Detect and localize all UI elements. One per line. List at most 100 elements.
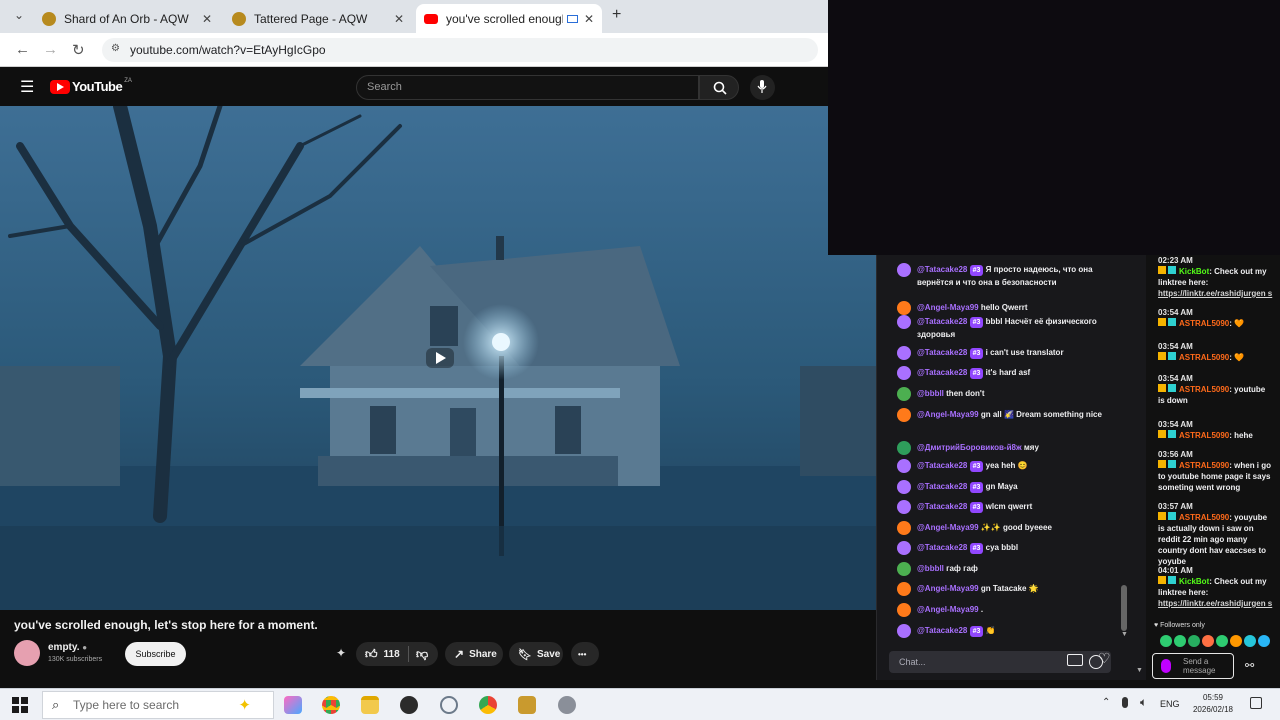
chat-scrollbar[interactable] xyxy=(1121,585,1127,631)
emote-icon[interactable] xyxy=(1174,635,1186,647)
aqw-launcher-icon[interactable] xyxy=(518,696,536,714)
microphone-tray-icon[interactable] xyxy=(1122,697,1128,708)
chat-username[interactable]: @Tatacake28 xyxy=(917,265,967,274)
user-avatar-icon[interactable] xyxy=(897,315,911,329)
copilot-icon[interactable] xyxy=(284,696,302,714)
url-field[interactable]: ⚙ youtube.com/watch?v=EtAyHgIcGpo xyxy=(102,38,818,62)
forward-button[interactable]: → xyxy=(43,41,58,58)
obs-icon[interactable] xyxy=(400,696,418,714)
user-avatar-icon[interactable] xyxy=(897,541,911,555)
chat-username[interactable]: @Angel-Maya99 xyxy=(917,605,979,614)
user-avatar-icon[interactable] xyxy=(897,624,911,638)
user-avatar-icon[interactable] xyxy=(897,263,911,277)
user-avatar-icon[interactable] xyxy=(897,459,911,473)
user-avatar-icon[interactable] xyxy=(897,387,911,401)
new-tab-button[interactable]: + xyxy=(612,6,621,24)
chat-username[interactable]: @Angel-Maya99 xyxy=(917,410,979,419)
search-input[interactable]: Search xyxy=(356,75,699,100)
user-avatar-icon[interactable] xyxy=(897,301,911,315)
kick-username[interactable]: KickBot xyxy=(1179,577,1209,586)
emote-icon[interactable] xyxy=(1216,635,1228,647)
subscribe-button[interactable]: Subscribe xyxy=(125,642,186,666)
thumbs-down-icon[interactable]: 👎︎ xyxy=(416,647,428,662)
chrome-icon[interactable] xyxy=(322,696,340,714)
back-button[interactable]: ← xyxy=(15,41,30,58)
kick-username[interactable]: KickBot xyxy=(1179,267,1209,276)
emote-icon[interactable] xyxy=(1258,635,1270,647)
chat-username[interactable]: @Angel-Maya99 xyxy=(917,523,979,532)
chat-username[interactable]: @Tatacake28 xyxy=(917,502,967,511)
menu-icon[interactable]: ☰ xyxy=(20,77,34,97)
close-tab-icon[interactable]: ✕ xyxy=(584,12,594,26)
user-avatar-icon[interactable] xyxy=(897,346,911,360)
emote-icon[interactable] xyxy=(1202,635,1214,647)
user-avatar-icon[interactable] xyxy=(897,562,911,576)
chat-username[interactable]: @Tatacake28 xyxy=(917,543,967,552)
emote-icon[interactable] xyxy=(1188,635,1200,647)
channel-name[interactable]: empty. ● xyxy=(48,642,87,653)
heart-icon[interactable]: ♡ xyxy=(1098,650,1111,667)
chat-username[interactable]: @Tatacake28 xyxy=(917,461,967,470)
linktree-link[interactable]: https://linktr.ee/rashidjurgen s xyxy=(1158,288,1274,299)
taskbar-search-input[interactable]: ⌕ Type here to search ✦ xyxy=(42,691,274,719)
emote-icon[interactable] xyxy=(1160,635,1172,647)
game-icon[interactable] xyxy=(558,696,576,714)
kick-username[interactable]: ASTRAL5090 xyxy=(1179,353,1229,362)
video-player[interactable] xyxy=(0,106,876,610)
send-message-box[interactable]: Send a message xyxy=(1152,653,1234,679)
share-button[interactable]: ↗ Share xyxy=(445,642,503,666)
tab-shard-of-an-orb[interactable]: Shard of An Orb - AQW ✕ xyxy=(34,4,220,33)
kick-username[interactable]: ASTRAL5090 xyxy=(1179,513,1229,522)
like-button[interactable]: 👍︎ 118 👎︎ xyxy=(356,642,438,666)
user-avatar-icon[interactable] xyxy=(897,603,911,617)
kick-username[interactable]: ASTRAL5090 xyxy=(1179,319,1229,328)
tab-youtube-active[interactable]: you've scrolled enough, let's ✕ xyxy=(416,4,602,33)
voice-search-button[interactable] xyxy=(750,75,775,100)
more-actions-button[interactable]: ••• xyxy=(571,642,599,666)
language-indicator[interactable]: ENG xyxy=(1160,699,1180,709)
user-avatar-icon[interactable] xyxy=(897,408,911,422)
user-avatar-icon[interactable] xyxy=(897,582,911,596)
bits-icon[interactable] xyxy=(1067,654,1083,666)
linktree-link[interactable]: https://linktr.ee/rashidjurgen s xyxy=(1158,598,1274,609)
youtube-logo[interactable]: YouTube ZA xyxy=(50,78,132,94)
kick-username[interactable]: ASTRAL5090 xyxy=(1179,385,1229,394)
chat-username[interactable]: @bbbll xyxy=(917,564,944,573)
chat-username[interactable]: @Tatacake28 xyxy=(917,482,967,491)
close-tab-icon[interactable]: ✕ xyxy=(202,12,212,26)
chat-username[interactable]: @Tatacake28 xyxy=(917,368,967,377)
save-button[interactable]: 🔖︎ Save xyxy=(509,642,563,666)
kick-username[interactable]: ASTRAL5090 xyxy=(1179,431,1229,440)
app-icon[interactable] xyxy=(440,696,458,714)
clock[interactable]: 05:59 2026/02/18 xyxy=(1186,692,1240,716)
emote-icon[interactable] xyxy=(1244,635,1256,647)
chat-username[interactable]: @Tatacake28 xyxy=(917,348,967,357)
user-avatar-icon[interactable] xyxy=(897,366,911,380)
scroll-down-arrow-icon[interactable]: ▼ xyxy=(1121,631,1128,638)
link-icon[interactable]: ⚯ xyxy=(1245,659,1254,672)
chat-username[interactable]: @Angel-Maya99 xyxy=(917,303,979,312)
chat-username[interactable]: @bbbll xyxy=(917,389,944,398)
chat-username[interactable]: @Tatacake28 xyxy=(917,317,967,326)
reload-button[interactable]: ↻ xyxy=(72,41,85,59)
user-avatar-icon[interactable] xyxy=(897,500,911,514)
user-avatar-icon[interactable] xyxy=(897,521,911,535)
emote-icon[interactable] xyxy=(1230,635,1242,647)
tray-chevron-icon[interactable]: ⌃ xyxy=(1102,697,1110,708)
chat-scroll-arrow-icon[interactable]: ▼ xyxy=(1136,667,1143,674)
notification-icon[interactable] xyxy=(1250,697,1262,709)
chat-username[interactable]: @Tatacake28 xyxy=(917,626,967,635)
play-button[interactable] xyxy=(426,348,454,368)
user-avatar-icon[interactable] xyxy=(897,480,911,494)
tab-list-chevron-icon[interactable]: ⌄ xyxy=(14,8,24,22)
sparkle-icon[interactable]: ✦ xyxy=(336,646,346,660)
kick-username[interactable]: ASTRAL5090 xyxy=(1179,461,1229,470)
search-button[interactable] xyxy=(699,75,739,100)
chrome-alt-icon[interactable] xyxy=(479,696,497,714)
close-tab-icon[interactable]: ✕ xyxy=(394,12,404,26)
chat-username[interactable]: @ДмитрийБоровиков-й8ж xyxy=(917,443,1022,452)
user-avatar-icon[interactable] xyxy=(897,441,911,455)
channel-avatar[interactable] xyxy=(14,640,40,666)
file-explorer-icon[interactable] xyxy=(361,696,379,714)
chat-username[interactable]: @Angel-Maya99 xyxy=(917,584,979,593)
